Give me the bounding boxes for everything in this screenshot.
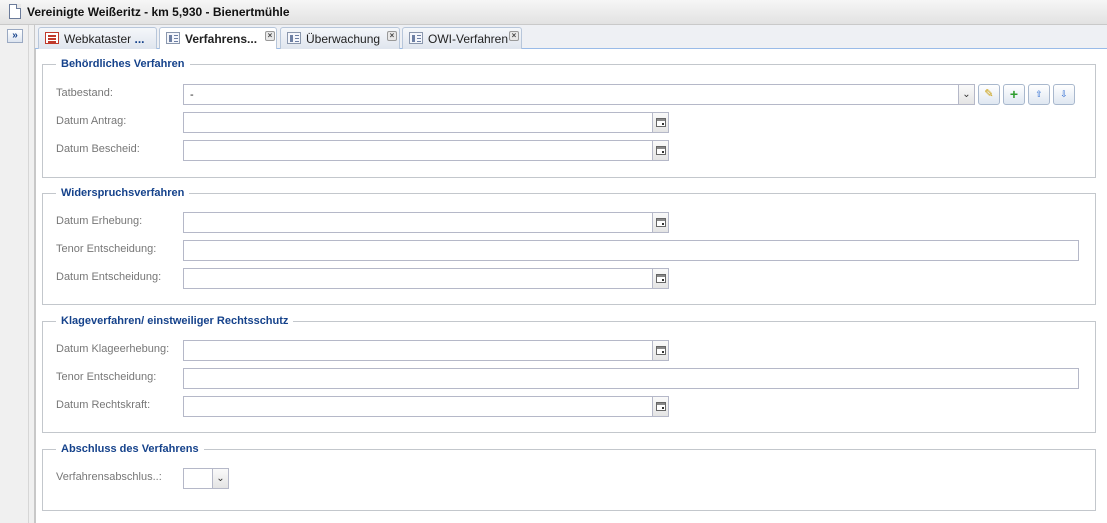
- tab-label: Überwachung: [306, 32, 381, 46]
- chevron-down-icon: ⌄: [962, 89, 971, 100]
- datum-antrag-calendar-trigger[interactable]: [653, 112, 669, 133]
- tab-webkataster[interactable]: Webkataster ...: [38, 27, 157, 49]
- arrow-up-icon: ⇧: [1035, 89, 1043, 99]
- list-icon: [45, 32, 59, 44]
- edit-button[interactable]: ✎: [978, 84, 1000, 105]
- main-form-panel: Behördliches Verfahren Tatbestand: - ⌄ ✎…: [35, 49, 1107, 523]
- datum-klageerhebung-calendar-trigger[interactable]: [653, 340, 669, 361]
- chevron-down-icon: ⌄: [216, 473, 225, 484]
- tab-ueberwachung[interactable]: Überwachung ×: [280, 27, 400, 49]
- datum-klageerhebung-input[interactable]: [183, 340, 653, 361]
- verfahrensabschluss-label: Verfahrensabschlus..:: [56, 471, 162, 483]
- window-title: Vereinigte Weißeritz - km 5,930 - Biener…: [27, 5, 290, 19]
- tab-label: Webkataster ...: [64, 32, 145, 46]
- window-titlebar: Vereinigte Weißeritz - km 5,930 - Biener…: [0, 0, 1107, 25]
- double-chevron-right-icon: »: [12, 30, 18, 41]
- section-legend: Widerspruchsverfahren: [56, 187, 190, 199]
- calendar-icon: [656, 402, 666, 411]
- datum-antrag-datefield[interactable]: [183, 112, 669, 133]
- tab-label: Verfahrens...: [185, 32, 258, 46]
- datum-bescheid-datefield[interactable]: [183, 140, 669, 161]
- fieldset-abschluss-des-verfahrens: Abschluss des Verfahrens Verfahrensabsch…: [42, 443, 1096, 511]
- calendar-icon: [656, 146, 666, 155]
- datum-bescheid-calendar-trigger[interactable]: [653, 140, 669, 161]
- tatbestand-dropdown-trigger[interactable]: ⌄: [959, 84, 975, 105]
- datum-entscheidung-label: Datum Entscheidung:: [56, 271, 162, 283]
- close-icon[interactable]: ×: [387, 31, 397, 41]
- plus-icon: +: [1009, 86, 1019, 102]
- datum-antrag-label: Datum Antrag:: [56, 115, 127, 127]
- datum-entscheidung-datefield[interactable]: [183, 268, 669, 289]
- close-icon[interactable]: ×: [265, 31, 275, 41]
- pencil-icon: ✎: [984, 88, 994, 100]
- verfahrensabschluss-combobox[interactable]: [183, 468, 213, 489]
- left-panel-collapsed: »: [0, 25, 35, 523]
- datum-entscheidung-calendar-trigger[interactable]: [653, 268, 669, 289]
- datum-rechtskraft-label: Datum Rechtskraft:: [56, 399, 151, 411]
- expand-panel-button[interactable]: »: [7, 29, 23, 43]
- datum-bescheid-input[interactable]: [183, 140, 653, 161]
- tenor-entscheidung-label: Tenor Entscheidung:: [56, 243, 157, 255]
- add-button[interactable]: +: [1003, 84, 1025, 105]
- tatbestand-label: Tatbestand:: [56, 87, 113, 99]
- fieldset-widerspruchsverfahren: Widerspruchsverfahren Datum Erhebung: Te…: [42, 187, 1096, 305]
- tenor-entscheidung-input[interactable]: [183, 240, 1079, 261]
- datum-rechtskraft-input[interactable]: [183, 396, 653, 417]
- section-legend: Abschluss des Verfahrens: [56, 443, 204, 455]
- tab-verfahrens[interactable]: Verfahrens... ×: [159, 27, 277, 50]
- document-icon: [9, 4, 21, 19]
- datum-klageerhebung-datefield[interactable]: [183, 340, 669, 361]
- calendar-icon: [656, 118, 666, 127]
- tenor-entscheidung-label: Tenor Entscheidung:: [56, 371, 157, 383]
- fieldset-behoerdliches-verfahren: Behördliches Verfahren Tatbestand: - ⌄ ✎…: [42, 58, 1096, 178]
- form-icon: [409, 32, 423, 44]
- tab-label: OWI-Verfahren: [428, 32, 509, 46]
- datum-erhebung-input[interactable]: [183, 212, 653, 233]
- datum-rechtskraft-datefield[interactable]: [183, 396, 669, 417]
- datum-klageerhebung-label: Datum Klageerhebung:: [56, 343, 170, 355]
- move-down-button[interactable]: ⇩: [1053, 84, 1075, 105]
- tab-strip: Webkataster ... Verfahrens... × Überwach…: [35, 25, 1107, 50]
- section-legend: Klageverfahren/ einstweiliger Rechtsschu…: [56, 315, 294, 327]
- datum-antrag-input[interactable]: [183, 112, 653, 133]
- move-up-button[interactable]: ⇧: [1028, 84, 1050, 105]
- verfahrensabschluss-dropdown-trigger[interactable]: ⌄: [213, 468, 229, 489]
- calendar-icon: [656, 346, 666, 355]
- tatbestand-combobox[interactable]: -: [183, 84, 959, 105]
- datum-bescheid-label: Datum Bescheid:: [56, 143, 140, 155]
- datum-entscheidung-input[interactable]: [183, 268, 653, 289]
- section-legend: Behördliches Verfahren: [56, 58, 190, 70]
- panel-divider: [28, 25, 29, 523]
- form-icon: [287, 32, 301, 44]
- datum-rechtskraft-calendar-trigger[interactable]: [653, 396, 669, 417]
- calendar-icon: [656, 274, 666, 283]
- calendar-icon: [656, 218, 666, 227]
- datum-erhebung-calendar-trigger[interactable]: [653, 212, 669, 233]
- arrow-down-icon: ⇩: [1060, 89, 1068, 99]
- tab-owi-verfahren[interactable]: OWI-Verfahren ×: [402, 27, 522, 49]
- tenor-entscheidung-input[interactable]: [183, 368, 1079, 389]
- datum-erhebung-label: Datum Erhebung:: [56, 215, 143, 227]
- fieldset-klageverfahren: Klageverfahren/ einstweiliger Rechtsschu…: [42, 315, 1096, 433]
- tatbestand-toolbar: ✎ + ⇧ ⇩: [978, 84, 1088, 105]
- datum-erhebung-datefield[interactable]: [183, 212, 669, 233]
- form-icon: [166, 32, 180, 44]
- close-icon[interactable]: ×: [509, 31, 519, 41]
